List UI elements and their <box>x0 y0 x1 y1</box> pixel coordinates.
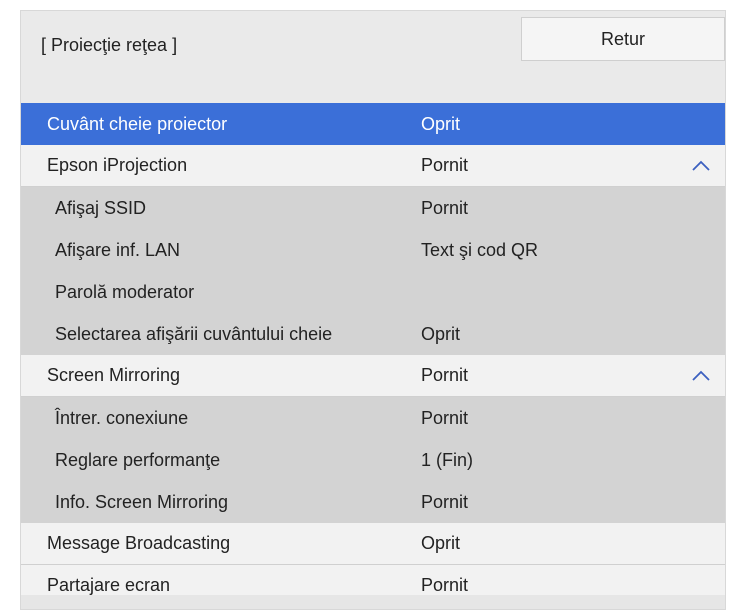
menu-item-label: Afişare inf. LAN <box>55 239 181 260</box>
menu-item-info-screen-mirroring[interactable]: Info. Screen Mirroring Pornit <box>21 481 725 523</box>
menu-item-value: Pornit <box>421 491 469 512</box>
menu-item-label: Selectarea afişării cuvântului cheie <box>55 323 333 344</box>
page-title: [ Proiecţie reţea ] <box>41 35 178 55</box>
menu-item-message-broadcasting[interactable]: Message Broadcasting Oprit <box>21 523 725 565</box>
panel-header: [ Proiecţie reţea ] Retur <box>21 11 725 93</box>
menu-item-value: 1 (Fin) <box>421 449 474 470</box>
chevron-up-icon[interactable] <box>689 154 713 178</box>
menu-item-label: Cuvânt cheie proiector <box>47 113 228 134</box>
settings-panel: [ Proiecţie reţea ] Retur Cuvânt cheie p… <box>20 10 726 610</box>
menu-item-selectarea-afisarii-cuvantului-cheie[interactable]: Selectarea afişării cuvântului cheie Opr… <box>21 313 725 355</box>
menu-item-reglare-performante[interactable]: Reglare performanţe 1 (Fin) <box>21 439 725 481</box>
menu-item-label: Epson iProjection <box>47 155 188 175</box>
menu-item-value: Pornit <box>421 155 469 175</box>
menu-item-afisaj-ssid[interactable]: Afişaj SSID Pornit <box>21 187 725 229</box>
menu-item-value: Pornit <box>421 575 469 595</box>
menu-item-label: Message Broadcasting <box>47 533 231 553</box>
settings-menu: Cuvânt cheie proiector Oprit Epson iProj… <box>21 103 725 607</box>
menu-item-value: Oprit <box>421 533 461 553</box>
back-button[interactable]: Retur <box>521 17 725 61</box>
menu-item-parola-moderator[interactable]: Parolă moderator <box>21 271 725 313</box>
menu-item-value: Pornit <box>421 365 469 385</box>
menu-item-epson-iprojection[interactable]: Epson iProjection Pornit <box>21 145 725 187</box>
menu-item-label: Parolă moderator <box>55 281 195 302</box>
menu-item-label: Partajare ecran <box>47 575 171 595</box>
menu-item-value: Pornit <box>421 407 469 428</box>
menu-footer <box>21 595 725 609</box>
menu-item-label: Info. Screen Mirroring <box>55 491 229 512</box>
menu-item-label: Afişaj SSID <box>55 197 147 218</box>
menu-item-label: Screen Mirroring <box>47 365 181 385</box>
menu-item-value: Oprit <box>421 323 461 344</box>
menu-item-cuvant-cheie-proiector[interactable]: Cuvânt cheie proiector Oprit <box>21 103 725 145</box>
menu-item-label: Întrer. conexiune <box>55 407 189 428</box>
menu-item-value: Oprit <box>421 113 461 134</box>
chevron-up-icon[interactable] <box>689 364 713 388</box>
menu-item-screen-mirroring[interactable]: Screen Mirroring Pornit <box>21 355 725 397</box>
menu-item-afisare-inf-lan[interactable]: Afişare inf. LAN Text şi cod QR <box>21 229 725 271</box>
menu-item-value: Text şi cod QR <box>421 239 539 260</box>
menu-item-label: Reglare performanţe <box>55 449 221 470</box>
menu-item-intrer-conexiune[interactable]: Întrer. conexiune Pornit <box>21 397 725 439</box>
menu-item-value: Pornit <box>421 197 469 218</box>
